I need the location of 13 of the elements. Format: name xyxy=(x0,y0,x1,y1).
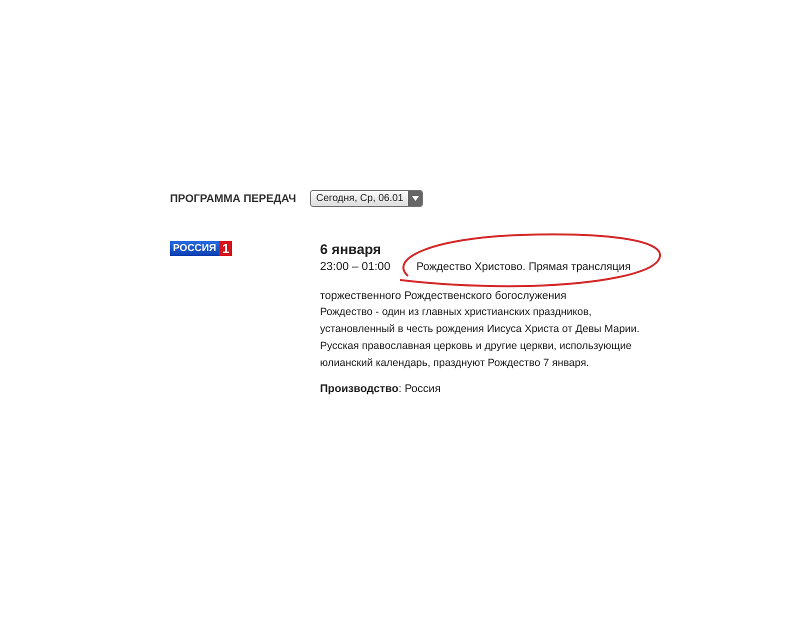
program-title: Рождество Христово. Прямая трансляция xyxy=(416,260,631,274)
channel-logo-name: РОССИЯ xyxy=(170,241,220,256)
channel-logo-number: 1 xyxy=(219,241,232,256)
section-title: ПРОГРАММА ПЕРЕДАЧ xyxy=(170,192,296,204)
production-separator: : xyxy=(398,383,402,395)
production-value: Россия xyxy=(404,383,441,395)
caret-icon xyxy=(412,196,419,201)
day-dropdown[interactable]: Сегодня, Ср, 06.01 xyxy=(310,190,424,207)
production-label: Производство xyxy=(320,383,398,395)
program-date: 6 января xyxy=(320,241,382,257)
program-time: 23:00 – 01:00 xyxy=(320,260,390,274)
program-title-continued: торжественного Рождественского богослужения xyxy=(320,290,568,303)
program-description: Рождество - один из главных христианских праздников, установленный в честь рождения Иисуса Христа от Девы Марии. Русская православная церковь и другие церкви, использующие юлианский календарь, празднуют Рождество 7 января. xyxy=(320,305,641,371)
